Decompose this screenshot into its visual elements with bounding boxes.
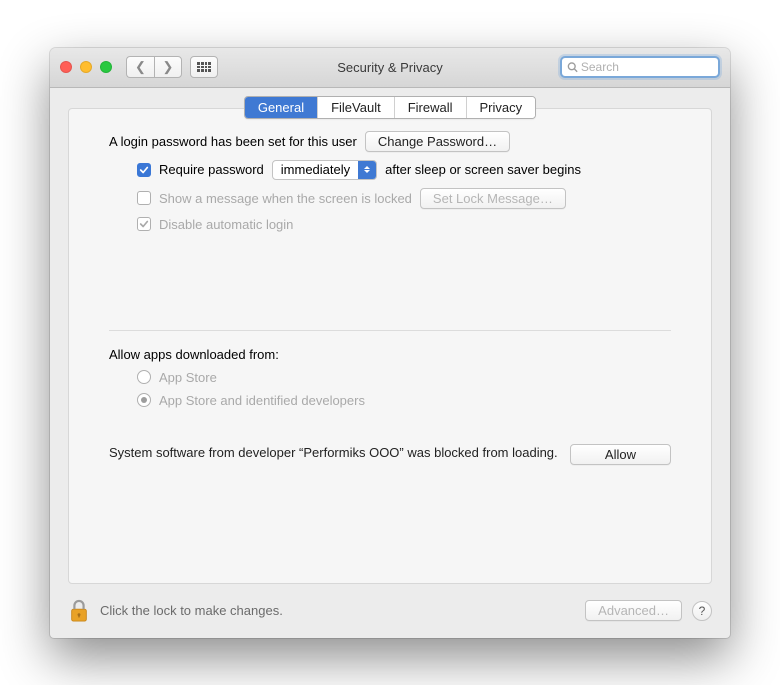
tab-privacy[interactable]: Privacy bbox=[467, 97, 536, 118]
tab-general[interactable]: General bbox=[245, 97, 318, 118]
app-store-identified-radio bbox=[137, 393, 151, 407]
minimize-window-button[interactable] bbox=[80, 61, 92, 73]
forward-button[interactable]: ❯ bbox=[154, 56, 182, 78]
close-window-button[interactable] bbox=[60, 61, 72, 73]
chevron-left-icon: ❮ bbox=[135, 59, 146, 75]
checkmark-icon bbox=[139, 219, 149, 229]
preferences-window: ❮ ❯ Security & Privacy General FileVault bbox=[50, 48, 730, 638]
app-store-radio bbox=[137, 370, 151, 384]
show-lock-message-label: Show a message when the screen is locked bbox=[159, 191, 412, 206]
disable-auto-login-checkbox bbox=[137, 217, 151, 231]
gatekeeper-heading: Allow apps downloaded from: bbox=[109, 347, 671, 362]
tab-firewall[interactable]: Firewall bbox=[395, 97, 467, 118]
set-lock-message-button: Set Lock Message… bbox=[420, 188, 566, 209]
show-all-button[interactable] bbox=[190, 56, 218, 78]
delay-value: immediately bbox=[273, 161, 358, 179]
question-icon: ? bbox=[699, 604, 706, 618]
login-section: A login password has been set for this u… bbox=[69, 131, 711, 483]
window-controls bbox=[60, 61, 112, 73]
require-password-checkbox[interactable] bbox=[137, 163, 151, 177]
blocked-software-message: System software from developer “Performi… bbox=[109, 444, 558, 462]
require-password-delay-select[interactable]: immediately bbox=[272, 160, 377, 180]
titlebar: ❮ ❯ Security & Privacy bbox=[50, 48, 730, 88]
checkmark-icon bbox=[139, 165, 149, 175]
tabs: General FileVault Firewall Privacy bbox=[244, 96, 536, 119]
chevron-right-icon: ❯ bbox=[163, 59, 174, 75]
disable-auto-login-label: Disable automatic login bbox=[159, 217, 293, 232]
search-field[interactable] bbox=[560, 56, 720, 78]
back-button[interactable]: ❮ bbox=[126, 56, 154, 78]
lock-text: Click the lock to make changes. bbox=[100, 603, 283, 618]
lock-control[interactable]: Click the lock to make changes. bbox=[68, 599, 283, 623]
require-password-label: Require password bbox=[159, 162, 264, 177]
after-sleep-text: after sleep or screen saver begins bbox=[385, 162, 581, 177]
help-button[interactable]: ? bbox=[692, 601, 712, 621]
content-panel: General FileVault Firewall Privacy A log… bbox=[68, 108, 712, 584]
app-store-identified-label: App Store and identified developers bbox=[159, 393, 365, 408]
search-icon bbox=[567, 61, 578, 73]
advanced-button[interactable]: Advanced… bbox=[585, 600, 682, 621]
footer: Click the lock to make changes. Advanced… bbox=[50, 584, 730, 638]
change-password-button[interactable]: Change Password… bbox=[365, 131, 510, 152]
app-store-label: App Store bbox=[159, 370, 217, 385]
show-lock-message-checkbox bbox=[137, 191, 151, 205]
grid-icon bbox=[197, 62, 211, 72]
lock-icon bbox=[68, 599, 90, 623]
search-input[interactable] bbox=[581, 60, 713, 74]
divider bbox=[109, 330, 671, 331]
stepper-icon bbox=[358, 161, 376, 179]
login-password-text: A login password has been set for this u… bbox=[109, 134, 357, 149]
zoom-window-button[interactable] bbox=[100, 61, 112, 73]
allow-button[interactable]: Allow bbox=[570, 444, 671, 465]
tab-filevault[interactable]: FileVault bbox=[318, 97, 395, 118]
